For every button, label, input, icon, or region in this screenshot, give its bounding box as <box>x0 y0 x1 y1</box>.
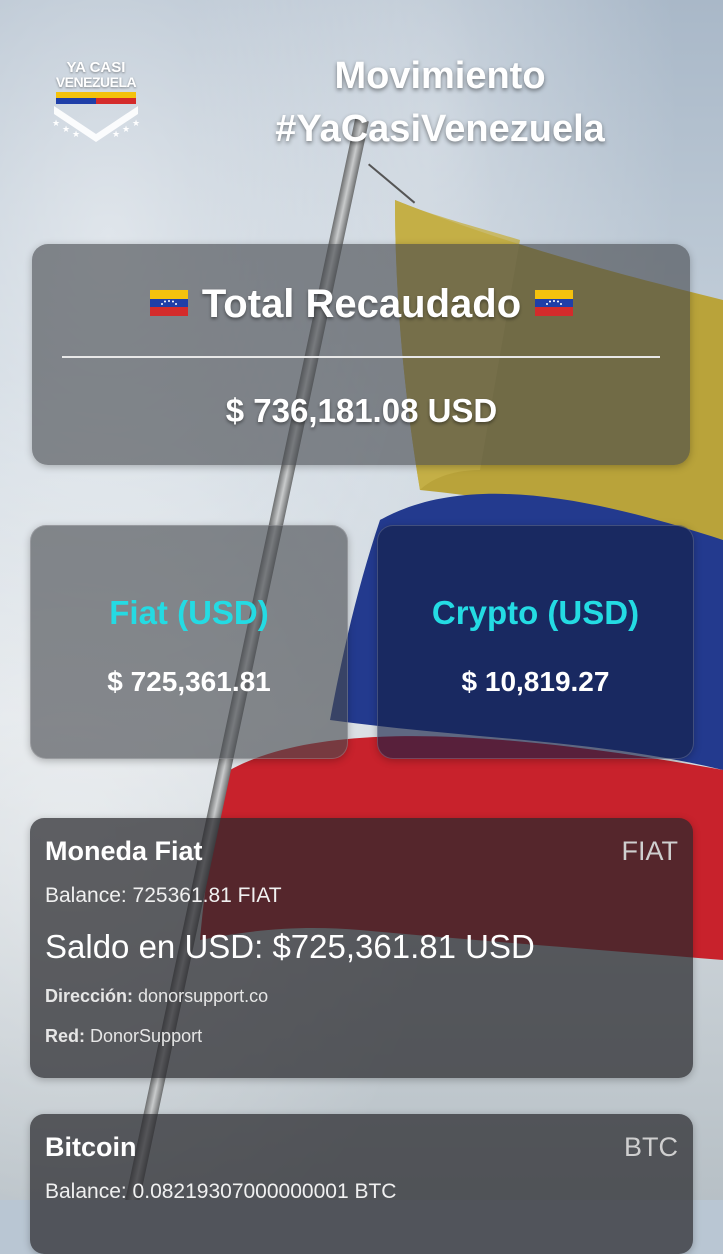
svg-text:★: ★ <box>62 125 70 135</box>
account-network-label: Red: <box>45 1026 85 1046</box>
venezuela-flag-icon <box>535 290 574 317</box>
svg-text:★: ★ <box>112 130 120 140</box>
divider <box>62 356 660 358</box>
total-raised-card <box>32 244 690 465</box>
crypto-summary-value: $ 10,819.27 <box>461 666 610 697</box>
account-name: Bitcoin <box>45 1132 137 1162</box>
logo-stars-chevron-icon: ★ ★ ★ ★ ★ ★ <box>52 106 140 142</box>
page-title-line1: Movimiento <box>334 55 546 97</box>
svg-text:★: ★ <box>72 130 80 140</box>
header: YA CASI VENEZUELA ★ ★ ★ ★ ★ ★ Movimiento… <box>0 0 723 170</box>
account-code: BTC <box>624 1132 678 1162</box>
svg-text:★: ★ <box>52 119 60 129</box>
total-raised-title: Total Recaudado <box>201 282 522 326</box>
crypto-summary-card: Crypto (USD) $ 10,819.27 <box>377 525 694 759</box>
fiat-summary-card: Fiat (USD) $ 725,361.81 <box>30 525 348 759</box>
account-network-value: DonorSupport <box>90 1026 203 1046</box>
ya-casi-venezuela-logo[interactable]: YA CASI VENEZUELA ★ ★ ★ ★ ★ ★ <box>50 60 142 142</box>
logo-text-line1: YA CASI <box>66 59 126 76</box>
svg-text:★: ★ <box>122 125 130 135</box>
account-balance: Balance: 725361.81 FIAT <box>45 884 282 907</box>
page-title-line2: #YaCasiVenezuela <box>275 108 605 150</box>
svg-text:★: ★ <box>132 119 140 129</box>
total-raised-heading: Total Recaudado <box>0 282 723 327</box>
fiat-summary-value: $ 725,361.81 <box>107 666 271 697</box>
account-card-fiat[interactable]: Moneda Fiat FIAT Balance: 725361.81 FIAT… <box>30 818 693 1078</box>
logo-text-line2: VENEZUELA <box>55 74 137 90</box>
account-address-value[interactable]: donorsupport.co <box>138 986 268 1006</box>
total-raised-amount: $ 736,181.08 USD <box>225 392 498 429</box>
venezuela-flag-icon <box>149 290 188 317</box>
account-balance: Balance: 0.08219307000000001 BTC <box>45 1180 397 1203</box>
account-name: Moneda Fiat <box>45 836 203 866</box>
crypto-summary-label: Crypto (USD) <box>431 594 640 631</box>
fiat-summary-label: Fiat (USD) <box>109 594 269 631</box>
account-network-row: Red: DonorSupport <box>45 1026 202 1047</box>
account-card-bitcoin[interactable]: Bitcoin BTC Balance: 0.08219307000000001… <box>30 1114 693 1254</box>
account-address-label: Dirección: <box>45 986 134 1006</box>
account-usd-balance: Saldo en USD: $725,361.81 USD <box>45 928 535 965</box>
account-address-row: Dirección: donorsupport.co <box>45 986 268 1007</box>
account-code: FIAT <box>621 836 679 866</box>
